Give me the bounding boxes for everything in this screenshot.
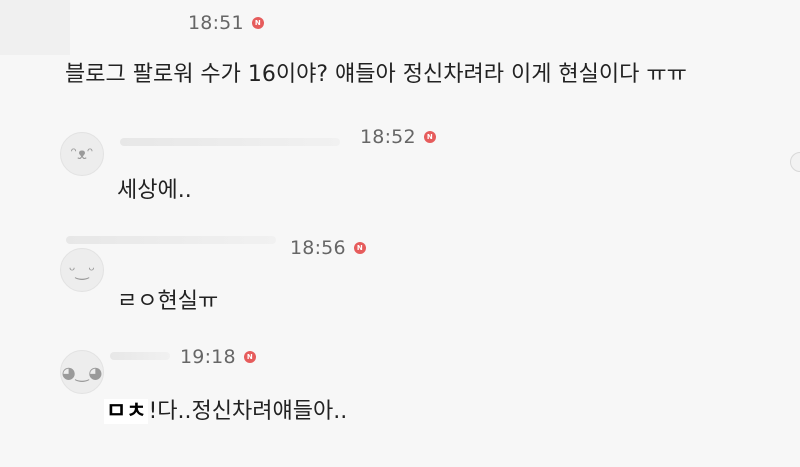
comment-text: ㄹㅇ현실ㅠ bbox=[117, 289, 219, 314]
censor-block: ㅁㅊ bbox=[104, 399, 149, 424]
blurred-username bbox=[110, 352, 170, 360]
comment-meta: 18:51 N bbox=[188, 12, 264, 34]
comment-text-body: !다..정신차려얘들아.. bbox=[148, 399, 348, 424]
blurred-profile-area bbox=[0, 0, 70, 55]
comment-text: ㅁㅊ!다..정신차려얘들아.. bbox=[104, 393, 347, 425]
new-badge-icon: N bbox=[353, 242, 366, 254]
comment-time: 18:52 bbox=[360, 126, 416, 148]
comment-meta: 19:18 N bbox=[180, 346, 256, 368]
avatar[interactable]: ᵕ‿ᵕ bbox=[60, 248, 104, 292]
comment-meta: 18:56 N bbox=[290, 237, 366, 259]
blurred-username bbox=[66, 236, 276, 244]
avatar[interactable]: ᵔᴥᵔ bbox=[60, 132, 104, 176]
new-badge-icon: N bbox=[251, 17, 264, 29]
comment-text: 블로그 팔로워 수가 16이야? 얘들아 정신차려라 이게 현실이다 ㅠㅠ bbox=[65, 62, 687, 87]
scroll-indicator-icon[interactable] bbox=[790, 152, 800, 172]
comment-time: 18:56 bbox=[290, 237, 346, 259]
avatar[interactable]: ◕‿◕ bbox=[60, 350, 104, 394]
comment-time: 19:18 bbox=[180, 346, 236, 368]
comment-meta: 18:52 N bbox=[360, 126, 436, 148]
comment-text: 세상에.. bbox=[117, 178, 192, 203]
blurred-username bbox=[120, 138, 340, 146]
new-badge-icon: N bbox=[243, 351, 256, 363]
comment-time: 18:51 bbox=[188, 12, 244, 34]
new-badge-icon: N bbox=[423, 131, 436, 143]
